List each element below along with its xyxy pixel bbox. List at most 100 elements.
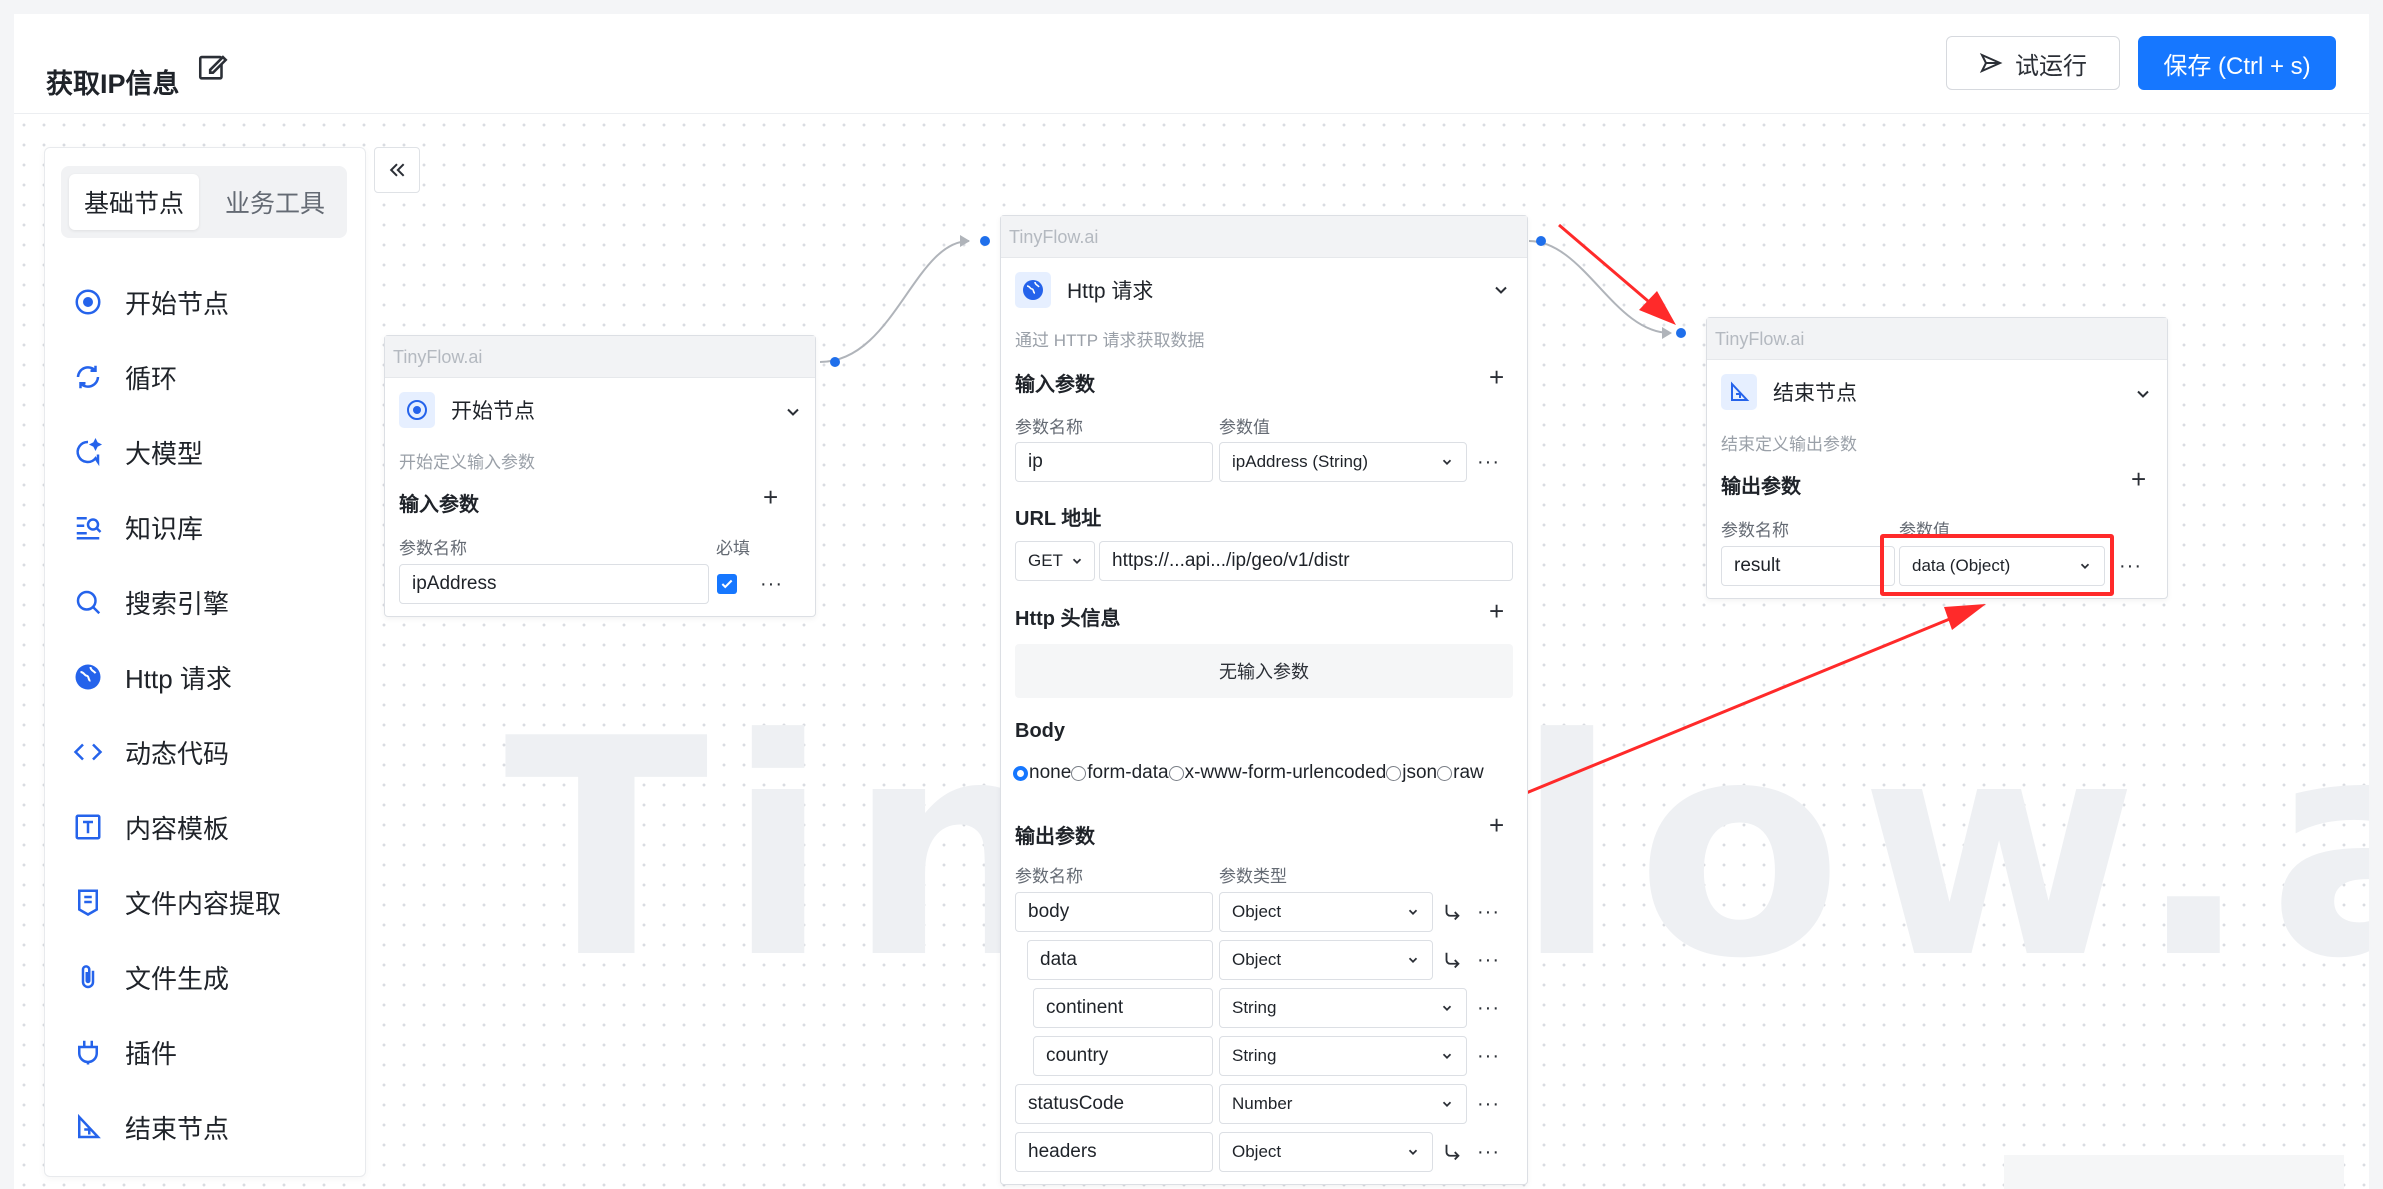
radio-json[interactable] bbox=[1386, 765, 1402, 781]
select-value: GET bbox=[1028, 551, 1063, 570]
output-params-heading: 输出参数 bbox=[1015, 826, 1095, 848]
more-options-icon[interactable]: ··· bbox=[1477, 1094, 1500, 1114]
code-icon bbox=[71, 735, 105, 769]
radio-label: x-www-form-urlencoded bbox=[1184, 762, 1387, 783]
node-brand: TinyFlow.ai bbox=[385, 336, 815, 378]
end-icon bbox=[71, 1110, 105, 1144]
col-param-value: 参数值 bbox=[1219, 418, 1270, 437]
top-bar: 获取IP信息 试运行 保存 (Ctrl + s) bbox=[14, 14, 2369, 114]
start-output-port[interactable] bbox=[830, 357, 840, 367]
http-output-port[interactable] bbox=[1536, 236, 1546, 246]
chevron-down-icon bbox=[1408, 1149, 1418, 1155]
end-param-name-input[interactable]: result bbox=[1721, 546, 1895, 586]
add-input-param-button[interactable]: + bbox=[763, 484, 778, 510]
select-value: String bbox=[1232, 1046, 1277, 1065]
output-name-input[interactable]: country bbox=[1033, 1036, 1213, 1076]
select-value: ipAddress (String) bbox=[1232, 452, 1369, 471]
node-title-label: Http 请求 bbox=[1067, 280, 1154, 303]
palette-item-plugin[interactable]: 插件 bbox=[71, 1028, 177, 1076]
palette-item-label: 插件 bbox=[125, 1038, 178, 1069]
more-options-icon[interactable]: ··· bbox=[1477, 998, 1500, 1018]
more-options-icon[interactable]: ··· bbox=[1477, 950, 1500, 970]
trial-run-button[interactable]: 试运行 bbox=[1946, 36, 2120, 90]
output-type-select[interactable]: Number bbox=[1219, 1084, 1467, 1124]
flow-canvas[interactable]: TinyFlow.ai 基础节点 业务工具 开始节点 循环 bbox=[14, 115, 2369, 1189]
add-output-param-button[interactable]: + bbox=[1489, 812, 1504, 838]
output-type-select[interactable]: Object bbox=[1219, 940, 1433, 980]
select-value: Object bbox=[1232, 902, 1282, 921]
palette-item-file-gen[interactable]: 文件生成 bbox=[71, 953, 229, 1001]
required-checkbox[interactable] bbox=[717, 574, 737, 594]
collapse-sidebar-button[interactable] bbox=[374, 147, 420, 193]
chevron-down-icon bbox=[1442, 1101, 1452, 1107]
add-child-icon[interactable] bbox=[1441, 1142, 1463, 1164]
chevron-down-icon[interactable] bbox=[783, 402, 803, 422]
output-type-select[interactable]: String bbox=[1219, 1036, 1467, 1076]
output-name-input[interactable]: body bbox=[1015, 892, 1213, 932]
radio-urlencoded[interactable] bbox=[1168, 765, 1184, 781]
palette-item-http[interactable]: Http 请求 bbox=[71, 653, 232, 701]
chevron-down-icon bbox=[1442, 459, 1452, 465]
output-name-input[interactable]: headers bbox=[1015, 1132, 1213, 1172]
end-icon bbox=[1721, 374, 1757, 410]
node-title-label: 开始节点 bbox=[451, 400, 535, 423]
radio-none[interactable] bbox=[1013, 765, 1028, 781]
input-param-name[interactable]: ip bbox=[1015, 442, 1213, 482]
minimap-panel bbox=[2004, 1155, 2344, 1189]
tab-basic-nodes[interactable]: 基础节点 bbox=[69, 174, 199, 230]
add-input-param-button[interactable]: + bbox=[1489, 364, 1504, 390]
more-options-icon[interactable]: ··· bbox=[760, 574, 783, 594]
radio-form-data[interactable] bbox=[1071, 765, 1087, 781]
palette-item-llm[interactable]: 大模型 bbox=[71, 428, 203, 476]
more-options-icon[interactable]: ··· bbox=[1477, 902, 1500, 922]
chevron-down-icon[interactable] bbox=[2133, 384, 2153, 404]
node-title-label: 结束节点 bbox=[1773, 382, 1857, 405]
more-options-icon[interactable]: ··· bbox=[1477, 1046, 1500, 1066]
url-input[interactable]: https://...api.../ip/geo/v1/distr bbox=[1099, 541, 1513, 581]
output-params-heading: 输出参数 bbox=[1721, 476, 1801, 498]
output-type-select[interactable]: Object bbox=[1219, 892, 1433, 932]
chevron-down-icon bbox=[1442, 1005, 1452, 1011]
palette-item-template[interactable]: 内容模板 bbox=[71, 803, 229, 851]
add-header-button[interactable]: + bbox=[1489, 598, 1504, 624]
palette-item-file-extract[interactable]: 文件内容提取 bbox=[71, 878, 281, 926]
tab-business-tools[interactable]: 业务工具 bbox=[211, 174, 339, 230]
annotation-arrowhead-top bbox=[1639, 291, 1676, 325]
globe-icon bbox=[71, 660, 105, 694]
end-input-port[interactable] bbox=[1676, 328, 1686, 338]
http-method-select[interactable]: GET bbox=[1015, 541, 1095, 581]
save-button[interactable]: 保存 (Ctrl + s) bbox=[2138, 36, 2336, 90]
param-name-input[interactable]: ipAddress bbox=[399, 564, 709, 604]
add-child-icon[interactable] bbox=[1441, 950, 1463, 972]
palette-item-label: Http 请求 bbox=[125, 663, 232, 694]
output-type-select[interactable]: Object bbox=[1219, 1132, 1433, 1172]
select-value: String bbox=[1232, 998, 1277, 1017]
http-headers-heading: Http 头信息 bbox=[1015, 608, 1121, 630]
output-name-input[interactable]: data bbox=[1027, 940, 1213, 980]
add-child-icon[interactable] bbox=[1441, 902, 1463, 924]
check-icon bbox=[721, 579, 733, 589]
palette-item-search[interactable]: 搜索引擎 bbox=[71, 578, 229, 626]
palette-item-code[interactable]: 动态代码 bbox=[71, 728, 229, 776]
chevron-down-icon[interactable] bbox=[1491, 280, 1511, 300]
http-request-node[interactable]: TinyFlow.ai Http 请求 通过 HTTP 请求获取数据 输入参数 … bbox=[1000, 215, 1528, 1185]
more-options-icon[interactable]: ··· bbox=[2119, 556, 2142, 576]
edit-title-icon[interactable] bbox=[196, 50, 230, 84]
http-input-port[interactable] bbox=[980, 236, 990, 246]
more-options-icon[interactable]: ··· bbox=[1477, 1142, 1500, 1162]
palette-item-start[interactable]: 开始节点 bbox=[71, 278, 229, 326]
palette-item-knowledge[interactable]: 知识库 bbox=[71, 503, 203, 551]
palette-item-end[interactable]: 结束节点 bbox=[71, 1103, 229, 1151]
palette-item-label: 开始节点 bbox=[125, 288, 230, 319]
palette-item-loop[interactable]: 循环 bbox=[71, 353, 177, 401]
col-param-name: 参数名称 bbox=[1015, 867, 1083, 886]
start-node[interactable]: TinyFlow.ai 开始节点 开始定义输入参数 输入参数 + 参数名称 必填… bbox=[384, 335, 816, 617]
add-output-param-button[interactable]: + bbox=[2131, 466, 2146, 492]
no-params-placeholder: 无输入参数 bbox=[1015, 644, 1513, 698]
radio-raw[interactable] bbox=[1437, 765, 1453, 781]
input-param-value-select[interactable]: ipAddress (String) bbox=[1219, 442, 1467, 482]
output-name-input[interactable]: statusCode bbox=[1015, 1084, 1213, 1124]
more-options-icon[interactable]: ··· bbox=[1477, 452, 1500, 472]
output-type-select[interactable]: String bbox=[1219, 988, 1467, 1028]
output-name-input[interactable]: continent bbox=[1033, 988, 1213, 1028]
